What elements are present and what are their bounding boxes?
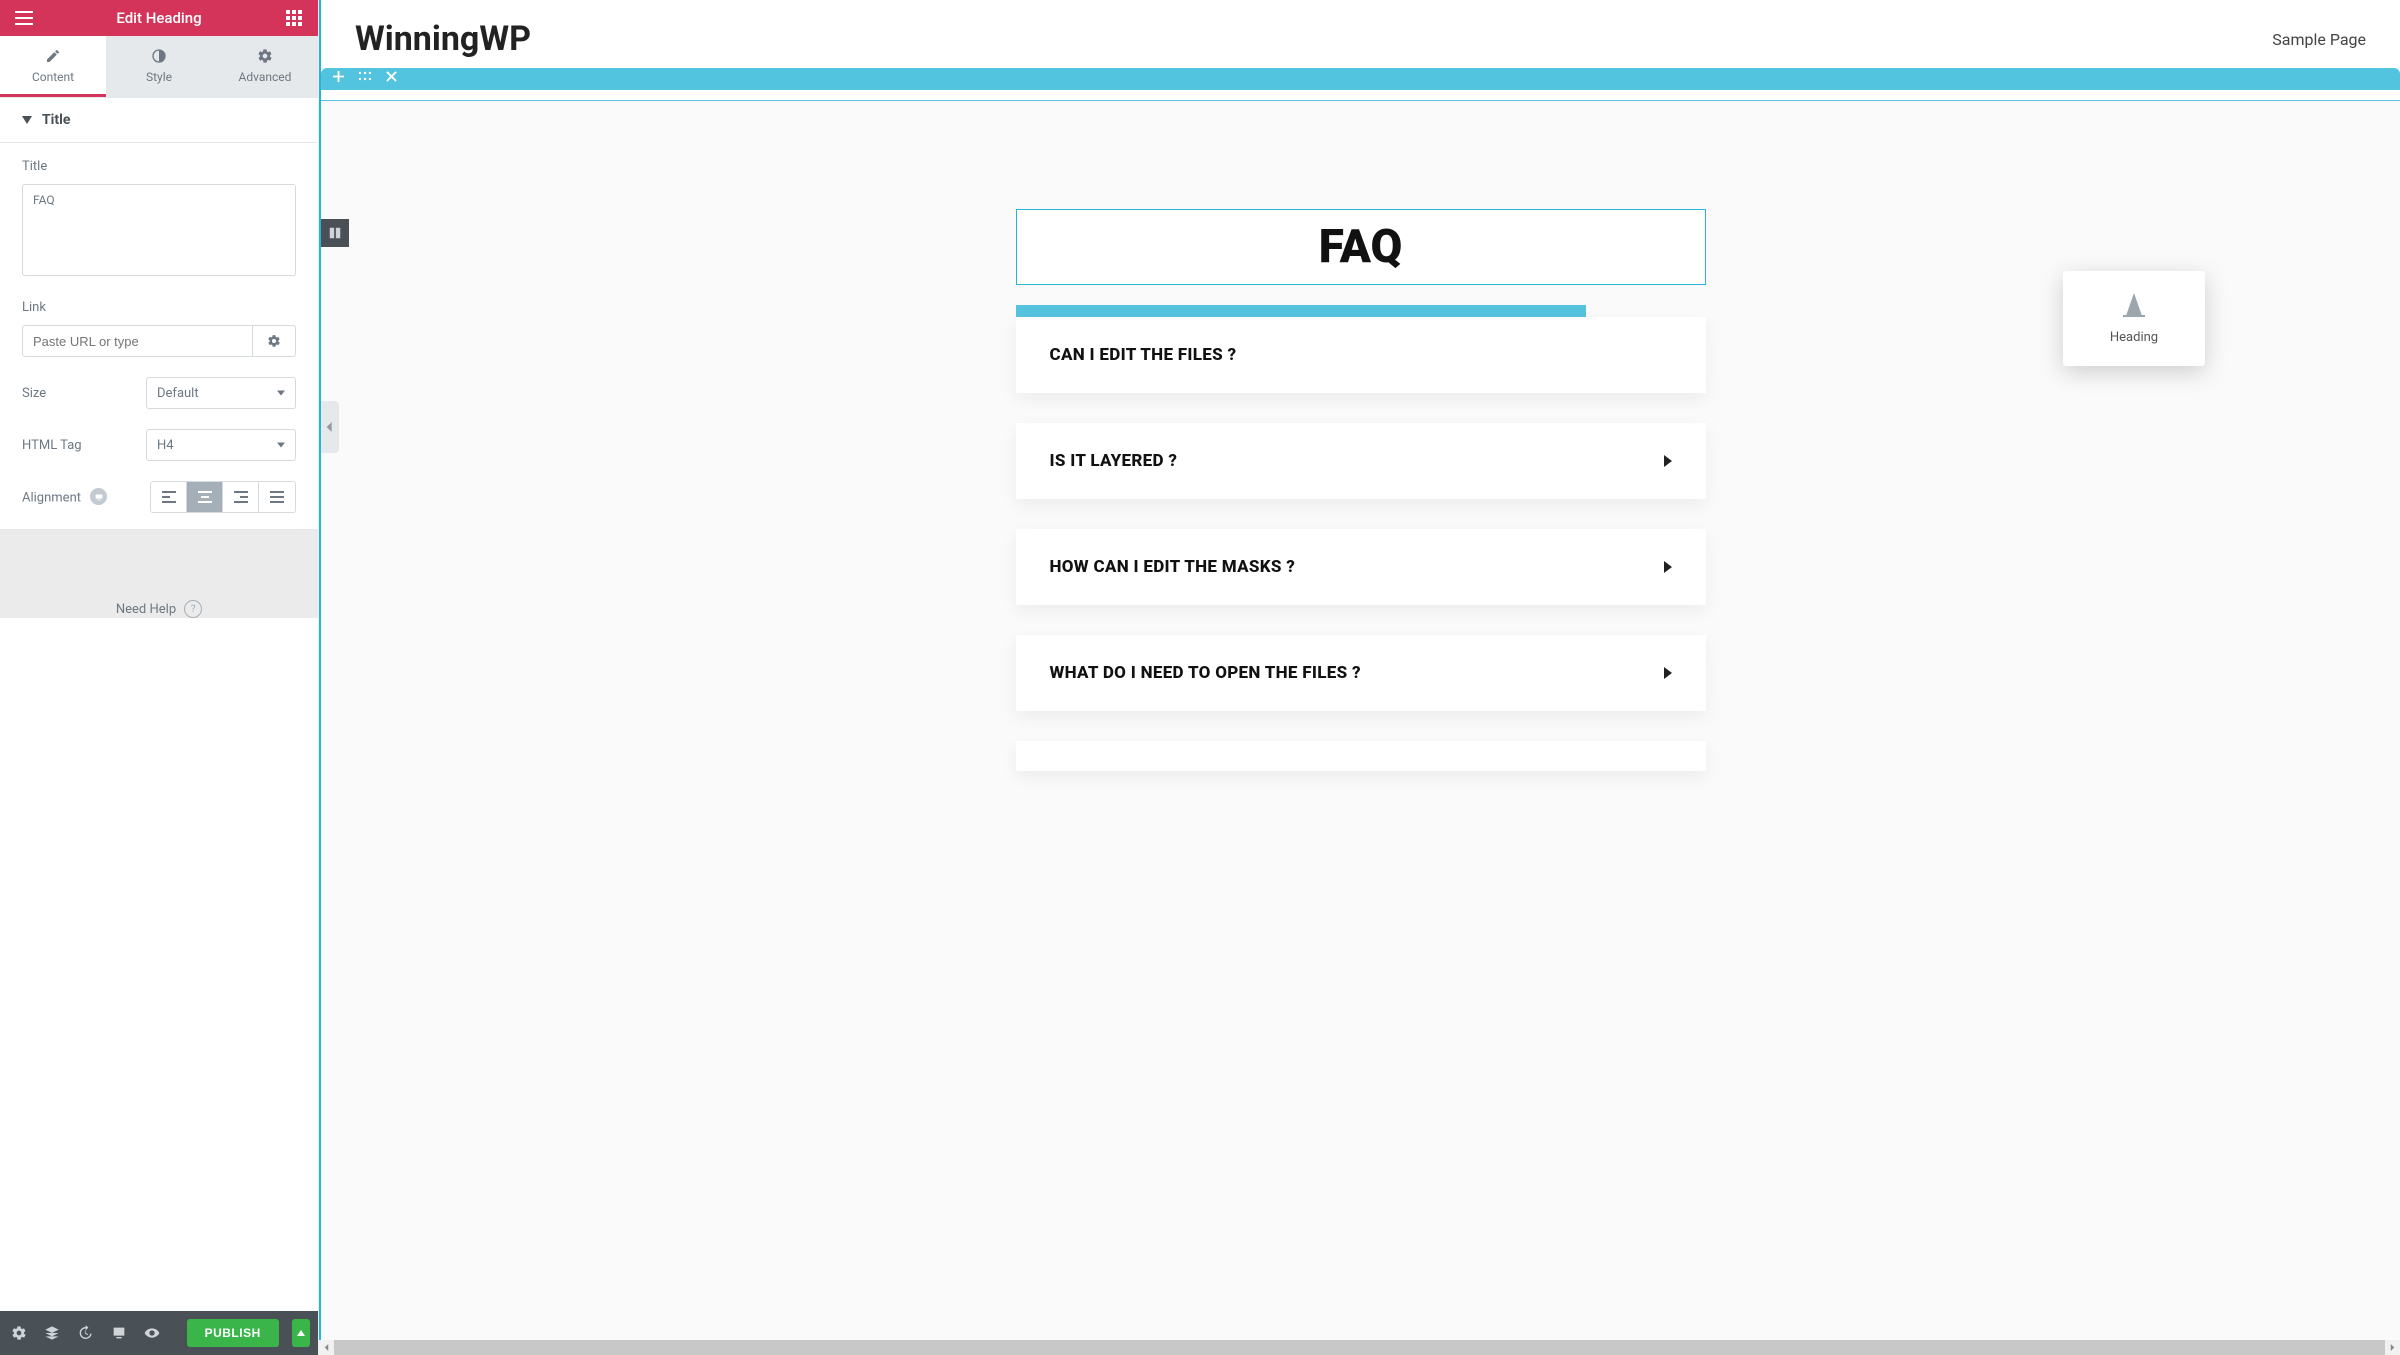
align-right-button[interactable] <box>223 482 259 512</box>
editor-sidebar: Edit Heading Content Style Advanced Ti <box>0 0 319 1355</box>
size-select[interactable]: Default <box>146 377 296 409</box>
publish-options-button[interactable] <box>292 1319 310 1347</box>
heading-text: FAQ <box>1017 220 1705 274</box>
page-header: WinningWP Sample Page <box>321 0 2400 78</box>
navigator-icon[interactable] <box>41 1319 62 1347</box>
accordion-item[interactable]: IS IT LAYERED ? <box>1016 423 1706 499</box>
content-area: FAQ CAN I EDIT THE FILES ? IS IT LAYERED… <box>321 100 2400 1355</box>
site-title[interactable]: WinningWP <box>355 19 531 59</box>
responsive-mode-icon[interactable] <box>108 1319 129 1347</box>
need-help-link[interactable]: Need Help ? <box>116 600 202 618</box>
link-label: Link <box>22 300 296 315</box>
align-justify-button[interactable] <box>259 482 295 512</box>
accordion-item[interactable]: WHAT DO I NEED TO OPEN THE FILES ? <box>1016 635 1706 711</box>
link-input[interactable] <box>22 325 252 357</box>
chevron-right-icon <box>1664 667 1672 679</box>
hamburger-icon[interactable] <box>0 0 48 36</box>
drop-indicator <box>1016 305 1586 317</box>
size-label: Size <box>22 386 46 401</box>
heading-widget-selected[interactable]: FAQ <box>1016 209 1706 285</box>
section-controls <box>321 68 2400 90</box>
editor-tabs: Content Style Advanced <box>0 36 318 98</box>
collapse-sidebar-handle[interactable] <box>321 401 339 453</box>
title-label: Title <box>22 159 296 174</box>
dragging-widget-heading[interactable]: Heading <box>2063 271 2205 366</box>
nav-link-sample-page[interactable]: Sample Page <box>2272 30 2366 49</box>
preview-icon[interactable] <box>141 1319 162 1347</box>
drag-section-icon[interactable] <box>358 71 372 87</box>
settings-icon[interactable] <box>8 1319 29 1347</box>
alignment-buttons <box>150 481 296 513</box>
accordion-item[interactable] <box>1016 741 1706 771</box>
link-options-button[interactable] <box>252 325 296 357</box>
publish-button[interactable]: PUBLISH <box>187 1319 279 1347</box>
scroll-right-icon[interactable] <box>2385 1340 2400 1355</box>
section-toolbar <box>321 78 2400 100</box>
sidebar-title: Edit Heading <box>48 9 270 27</box>
chevron-right-icon <box>1664 561 1672 573</box>
chevron-right-icon <box>1664 455 1672 467</box>
tab-content[interactable]: Content <box>0 36 106 97</box>
sidebar-footer: PUBLISH <box>0 1311 318 1355</box>
sidebar-header: Edit Heading <box>0 0 318 36</box>
align-center-button[interactable] <box>187 482 223 512</box>
accordion-item[interactable]: HOW CAN I EDIT THE MASKS ? <box>1016 529 1706 605</box>
align-left-button[interactable] <box>151 482 187 512</box>
responsive-icon[interactable] <box>90 488 107 505</box>
history-icon[interactable] <box>75 1319 96 1347</box>
add-section-icon[interactable] <box>333 71 344 88</box>
title-textarea[interactable] <box>22 184 296 276</box>
close-section-icon[interactable] <box>386 71 397 88</box>
scrollbar-thumb[interactable] <box>334 1340 2385 1355</box>
accordion-item[interactable]: CAN I EDIT THE FILES ? <box>1016 317 1706 393</box>
widgets-panel-icon[interactable] <box>270 0 318 36</box>
alignment-label: Alignment <box>22 488 107 506</box>
controls-panel: Title Title Link <box>0 98 318 1311</box>
html-tag-select[interactable]: H4 <box>146 429 296 461</box>
column-handle[interactable] <box>321 219 349 247</box>
horizontal-scrollbar[interactable] <box>319 1340 2400 1355</box>
tab-advanced[interactable]: Advanced <box>212 36 318 97</box>
help-icon: ? <box>184 600 202 618</box>
tab-style[interactable]: Style <box>106 36 212 97</box>
html-tag-label: HTML Tag <box>22 438 82 453</box>
accordion-widget: CAN I EDIT THE FILES ? IS IT LAYERED ? H… <box>1016 317 1706 771</box>
preview-canvas: WinningWP Sample Page FAQ CAN I EDIT THE… <box>319 0 2400 1355</box>
section-title-toggle[interactable]: Title <box>0 98 318 143</box>
scroll-left-icon[interactable] <box>319 1340 334 1355</box>
